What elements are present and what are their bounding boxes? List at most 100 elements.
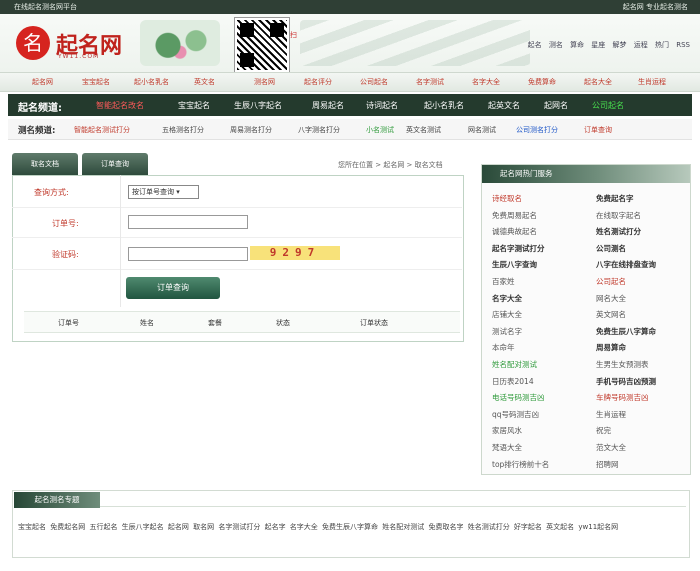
top-link[interactable]: 算命 [570,41,584,49]
sidebar-link[interactable]: qq号码测吉凶 [492,409,539,420]
sidebar-link[interactable]: 店铺大全 [492,309,522,320]
sidebar-link[interactable]: 公司测名 [596,243,626,254]
sidebar-link[interactable]: 姓名配对测试 [492,359,537,370]
sidebar-link[interactable]: 免费生辰八字算命 [596,326,656,337]
sidebar-link[interactable]: 生肖运程 [596,409,626,420]
sidebar-link[interactable]: 名字大全 [492,293,522,304]
site-logo-domain: YW11.COM [58,53,100,60]
query-method-select[interactable]: 按订单号查询 ▾ [128,185,199,199]
sidebar-link[interactable]: 免费周易起名 [492,210,537,221]
hot-services-sidebar: 起名网热门服务 诗经取名 免费起名字 免费周易起名 在线取字起名 诚德典故起名 姓名测试打… [481,164,691,475]
sidebar-link[interactable]: 姓名测试打分 [596,226,641,237]
naming-channel-title: 起名频道: [18,103,62,114]
sidebar-link[interactable]: 诚德典故起名 [492,226,537,237]
sidebar-link[interactable]: 本命年 [492,342,515,353]
sidebar-link[interactable]: 八字在线排盘查询 [596,259,656,270]
captcha-image[interactable]: 9297 [250,246,340,260]
sidebar-link[interactable]: 测试名字 [492,326,522,337]
top-link[interactable]: 运程 [634,41,648,49]
top-link[interactable]: 热门 [655,41,669,49]
test-channel-link[interactable]: 英文名测试 [406,125,441,135]
test-channel-link[interactable]: 订单查询 [584,125,612,135]
sidebar-link[interactable]: 周易算命 [596,342,626,353]
hot-topics-divider [14,494,686,507]
qr-hint: 扫 [290,31,297,39]
top-bar: 在线起名测名网平台 起名网 专业起名测名 [0,0,700,14]
main-nav-item[interactable]: 英文名 [194,77,215,87]
captcha-input[interactable] [128,247,248,261]
test-channel-link[interactable]: 周易测名打分 [230,125,272,135]
test-channel-link[interactable]: 网名测试 [468,125,496,135]
top-link[interactable]: RSS [676,41,690,49]
order-query-button[interactable]: 订单查询 [126,277,220,299]
sidebar-link[interactable]: 手机号码吉凶预测 [596,376,656,387]
order-number-input[interactable] [128,215,248,229]
sidebar-link[interactable]: 公司起名 [596,276,626,287]
top-link[interactable]: 起名 [528,41,542,49]
qr-code-image [234,17,290,73]
naming-channel-link[interactable]: 起英文名 [488,100,520,111]
sidebar-link[interactable]: 生男生女预测表 [596,359,649,370]
sidebar-link[interactable]: 起名字测试打分 [492,243,545,254]
hot-topics-links[interactable]: 宝宝起名 免费起名网 五行起名 生辰八字起名 起名网 取名网 名字测试打分 起名… [18,519,682,535]
main-nav-item[interactable]: 起名大全 [584,77,612,87]
sidebar-link[interactable]: 梵语大全 [492,442,522,453]
sidebar-link[interactable]: 诗经取名 [492,193,522,204]
test-channel-link[interactable]: 五格测名打分 [162,125,204,135]
top-link[interactable]: 解梦 [613,41,627,49]
top-links: 起名 测名 算命 星座 解梦 运程 热门 RSS [523,40,690,50]
top-link[interactable]: 测名 [549,41,563,49]
test-channel-link[interactable]: 公司测名打分 [516,125,558,135]
sidebar-link[interactable]: 范文大全 [596,442,626,453]
main-nav-item[interactable]: 名字测试 [416,77,444,87]
test-channel-bar: 测名频道: 智能起名测试打分 五格测名打分 周易测名打分 八字测名打分 小名测试 英文名测… [8,119,692,140]
hot-topics-title: 起名测名专题 [14,492,100,508]
main-nav-item[interactable]: 测名网 [254,77,275,87]
main-nav: 起名网 宝宝起名 起小名乳名 英文名 测名网 起名评分 公司起名 名字测试 名字… [0,72,700,92]
main-nav-item[interactable]: 公司起名 [360,77,388,87]
sidebar-link[interactable]: 电话号码测吉凶 [492,392,545,403]
naming-channel-link[interactable]: 周易起名 [312,100,344,111]
sidebar-link[interactable]: 日历表2014 [492,376,534,387]
top-link[interactable]: 星座 [591,41,605,49]
main-nav-item[interactable]: 起小名乳名 [134,77,169,87]
sidebar-link[interactable]: 生辰八字查询 [492,259,537,270]
sidebar-link[interactable]: 家居风水 [492,425,522,436]
sidebar-link[interactable]: 网名大全 [596,293,626,304]
naming-channel-link[interactable]: 公司起名 [592,100,624,111]
naming-channel-link[interactable]: 起网名 [544,100,568,111]
sidebar-link[interactable]: 免费起名字 [596,193,634,204]
table-header-status: 状态 [276,319,290,327]
table-header-name: 姓名 [140,319,154,327]
logo-icon[interactable]: 名 [16,26,50,60]
naming-channel-link[interactable]: 宝宝起名 [178,100,210,111]
tab-naming-docs[interactable]: 取名文档 [12,153,78,175]
naming-channel-link[interactable]: 诗词起名 [366,100,398,111]
main-nav-item[interactable]: 宝宝起名 [82,77,110,87]
naming-channel-link[interactable]: 起小名乳名 [424,100,464,111]
top-bar-right-text: 起名网 专业起名测名 [622,3,688,11]
form-divider [120,175,121,307]
sidebar-link[interactable]: top排行榜前十名 [492,459,549,470]
sidebar-link[interactable]: 祝完 [596,425,611,436]
table-header-order-status: 订单状态 [360,319,388,327]
sidebar-link[interactable]: 车牌号码测吉凶 [596,392,649,403]
test-channel-link[interactable]: 八字测名打分 [298,125,340,135]
sidebar-link[interactable]: 在线取字起名 [596,210,641,221]
main-nav-item[interactable]: 名字大全 [472,77,500,87]
test-channel-link[interactable]: 小名测试 [366,125,394,135]
sidebar-link[interactable]: 英文网名 [596,309,626,320]
main-nav-item[interactable]: 起名网 [32,77,53,87]
query-method-label: 查询方式: [34,188,69,197]
naming-channel-link[interactable]: 智能起名改名 [96,100,144,111]
naming-channel-link[interactable]: 生辰八字起名 [234,100,282,111]
test-channel-link[interactable]: 智能起名测试打分 [74,125,130,135]
sidebar-link[interactable]: 招聘网 [596,459,619,470]
main-nav-item[interactable]: 生肖运程 [638,77,666,87]
table-header-package: 套餐 [208,319,222,327]
tab-order-query[interactable]: 订单查询 [82,153,148,175]
main-nav-item[interactable]: 起名评分 [304,77,332,87]
captcha-label: 验证码: [52,250,79,259]
main-nav-item[interactable]: 免费算命 [528,77,556,87]
sidebar-link[interactable]: 百家姓 [492,276,515,287]
